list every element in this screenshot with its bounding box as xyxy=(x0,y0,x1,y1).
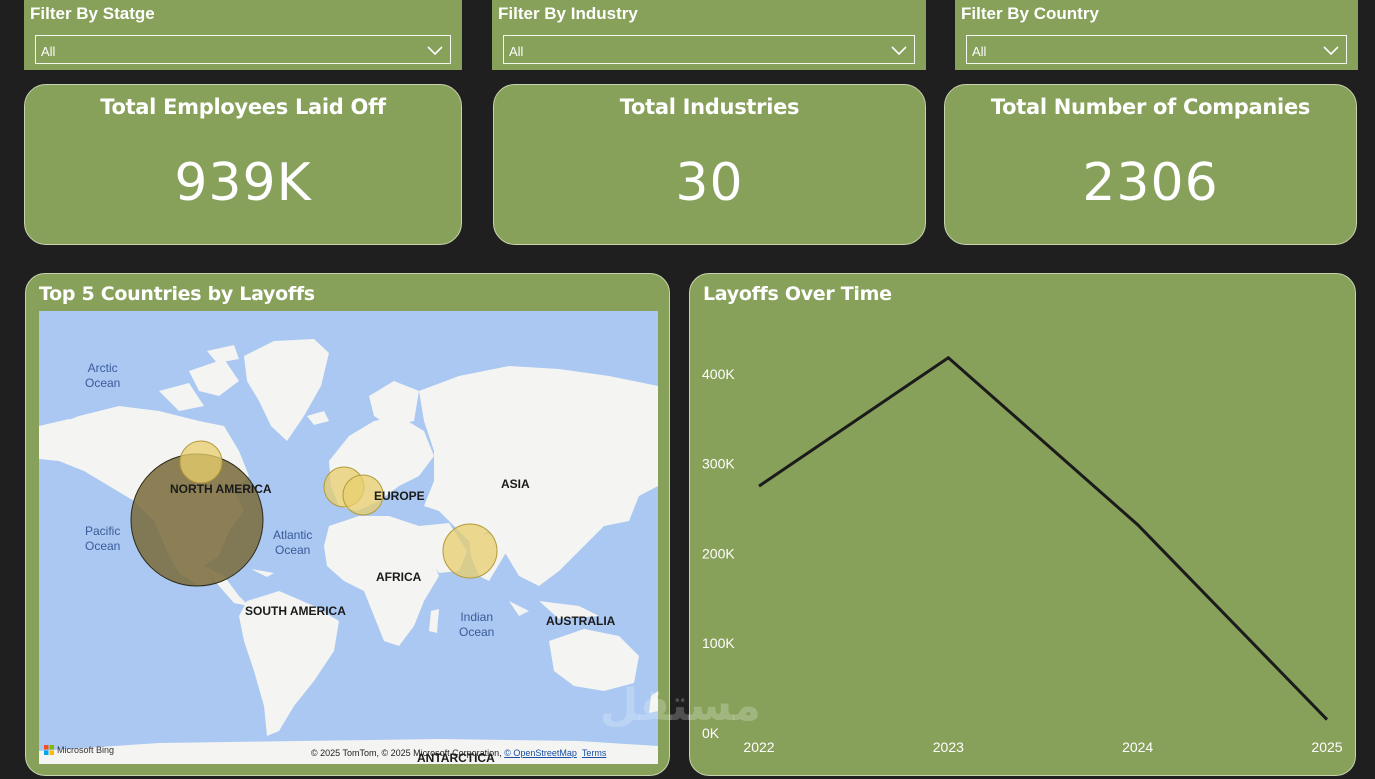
filter-stage-slicer: Filter By Statge All xyxy=(24,0,462,70)
label-south-america: SOUTH AMERICA xyxy=(245,604,346,618)
label-line: Ocean xyxy=(459,625,495,639)
label-north-america: NORTH AMERICA xyxy=(170,482,272,496)
label-pacific-ocean: Pacific Ocean xyxy=(85,524,120,554)
bing-logo: Microsoft Bing xyxy=(44,745,114,755)
data-point[interactable] xyxy=(942,352,954,364)
y-tick-label: 100K xyxy=(702,635,735,651)
terms-link[interactable]: Terms xyxy=(582,748,607,758)
chevron-down-icon[interactable] xyxy=(426,41,444,59)
label-australia: AUSTRALIA xyxy=(546,614,616,628)
filter-stage-title: Filter By Statge xyxy=(30,4,155,23)
filter-country-value: All xyxy=(972,43,987,59)
world-map[interactable]: Arctic Ocean Pacific Ocean Atlantic Ocea… xyxy=(39,311,658,764)
data-point[interactable] xyxy=(753,480,765,492)
data-point[interactable] xyxy=(1132,519,1144,531)
kpi-card-industries: Total Industries 30 xyxy=(493,84,926,245)
map-title: Top 5 Countries by Layoffs xyxy=(39,283,315,305)
label-line: Ocean xyxy=(275,543,311,557)
label-asia: ASIA xyxy=(501,477,530,491)
bubble-canada[interactable] xyxy=(179,440,223,484)
layoff-bubbles xyxy=(130,440,498,587)
filter-industry-title: Filter By Industry xyxy=(498,4,638,23)
kpi-title: Total Employees Laid Off xyxy=(100,95,386,119)
chevron-down-icon[interactable] xyxy=(890,41,908,59)
kpi-value: 30 xyxy=(675,153,744,213)
y-tick-label: 200K xyxy=(702,545,735,561)
attribution-text: © 2025 TomTom, © 2025 Microsoft Corporat… xyxy=(311,748,505,758)
label-africa: AFRICA xyxy=(376,570,422,584)
data-point[interactable] xyxy=(1321,714,1333,726)
line-chart-visual: Layoffs Over Time 0K 100K 200K 300K 400K 2022… xyxy=(689,273,1356,776)
filter-country-title: Filter By Country xyxy=(961,4,1099,23)
label-line: Ocean xyxy=(85,539,121,553)
kpi-title: Total Industries xyxy=(619,95,800,119)
map-visual: Top 5 Countries by Layoffs Arctic Ocean … xyxy=(25,273,670,776)
kpi-card-companies: Total Number of Companies 2306 xyxy=(944,84,1357,245)
label-indian-ocean: Indian Ocean xyxy=(459,610,494,640)
filter-stage-dropdown[interactable]: All xyxy=(35,35,451,64)
label-arctic-ocean: Arctic Ocean xyxy=(85,361,120,391)
x-tick-label: 2023 xyxy=(933,739,964,755)
series-line[interactable] xyxy=(758,355,1329,721)
map-attribution: © 2025 TomTom, © 2025 Microsoft Corporat… xyxy=(311,748,606,758)
label-line: Ocean xyxy=(85,376,121,390)
kpi-title: Total Number of Companies xyxy=(990,95,1311,119)
filter-country-slicer: Filter By Country All xyxy=(955,0,1358,70)
filter-stage-value: All xyxy=(41,43,56,59)
bing-label: Microsoft Bing xyxy=(57,745,115,755)
label-europe: EUROPE xyxy=(374,489,425,503)
filter-country-dropdown[interactable]: All xyxy=(966,35,1347,64)
bubble-india[interactable] xyxy=(442,523,498,579)
kpi-card-employees-laid-off: Total Employees Laid Off 939K xyxy=(24,84,462,245)
osm-link[interactable]: © OpenStreetMap xyxy=(504,748,577,758)
x-tick-label: 2025 xyxy=(1311,739,1342,755)
filter-industry-slicer: Filter By Industry All xyxy=(492,0,926,70)
label-line: Arctic xyxy=(87,361,118,375)
watermark: مستقل xyxy=(600,680,761,731)
microsoft-logo-icon xyxy=(44,745,54,755)
x-tick-label: 2022 xyxy=(743,739,774,755)
line-chart-canvas: 0K100K200K300K400K2022 2023 2024 2025 xyxy=(702,352,1343,755)
kpi-value: 939K xyxy=(174,153,312,213)
chevron-down-icon[interactable] xyxy=(1322,41,1340,59)
filter-industry-value: All xyxy=(509,43,524,59)
kpi-value: 2306 xyxy=(1082,153,1219,213)
label-line: Indian xyxy=(460,610,494,624)
label-atlantic-ocean: Atlantic Ocean xyxy=(273,528,312,558)
filter-industry-dropdown[interactable]: All xyxy=(503,35,915,64)
y-tick-label: 300K xyxy=(702,456,735,472)
x-tick-label: 2024 xyxy=(1122,739,1153,755)
label-line: Pacific xyxy=(85,524,121,538)
label-line: Atlantic xyxy=(273,528,313,542)
y-tick-label: 400K xyxy=(702,366,735,382)
